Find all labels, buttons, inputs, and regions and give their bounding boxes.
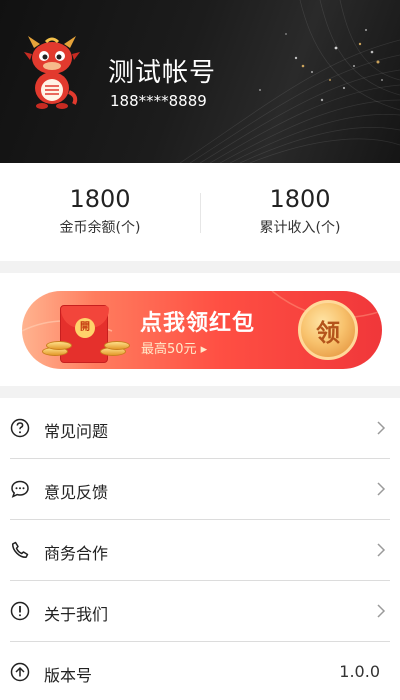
menu-item-business[interactable]: 商务合作 xyxy=(0,520,400,581)
claim-coin-button[interactable]: 领 xyxy=(298,300,358,360)
coin-balance-label: 金币余额(个) xyxy=(59,220,141,236)
coin-balance-stat[interactable]: 1800 金币余额(个) xyxy=(0,185,200,237)
menu-item-label: 常见问题 xyxy=(44,422,109,441)
question-icon xyxy=(10,418,30,438)
stats-panel: 1800 金币余额(个) 1800 累计收入(个) xyxy=(0,163,400,261)
red-envelope-icon: 開 xyxy=(60,305,109,363)
chevron-right-icon xyxy=(377,482,386,496)
menu-item-faq[interactable]: 常见问题 xyxy=(0,398,400,459)
menu-item-label: 意见反馈 xyxy=(44,483,109,502)
info-icon xyxy=(10,601,30,621)
total-income-stat[interactable]: 1800 累计收入(个) xyxy=(200,185,400,237)
coin-balance-value: 1800 xyxy=(69,185,131,213)
dragon-mascot-icon[interactable] xyxy=(18,34,86,110)
version-number: 1.0.0 xyxy=(339,662,380,681)
phone-number: 188****8889 xyxy=(110,92,207,110)
profile-header: 测试帐号 188****8889 xyxy=(0,0,400,163)
banner-subtitle: 最高50元 ▸ xyxy=(141,342,208,357)
total-income-label: 累计收入(个) xyxy=(259,220,341,236)
menu-item-feedback[interactable]: 意见反馈 xyxy=(0,459,400,520)
settings-menu: 常见问题 意见反馈 商务合作 关于我们 版本号 1.0.0 xyxy=(0,398,400,700)
chevron-right-icon xyxy=(377,543,386,557)
menu-item-label: 版本号 xyxy=(44,666,93,685)
chevron-right-icon xyxy=(377,604,386,618)
chat-bubble-icon xyxy=(11,480,29,498)
banner-title: 点我领红包 xyxy=(140,311,256,336)
red-packet-banner[interactable]: 開 点我领红包 最高50元 ▸ 领 xyxy=(22,291,382,369)
menu-item-about[interactable]: 关于我们 xyxy=(0,581,400,642)
menu-item-version[interactable]: 版本号 1.0.0 xyxy=(0,642,400,700)
upload-icon xyxy=(10,662,30,682)
total-income-value: 1800 xyxy=(269,185,331,213)
menu-item-label: 商务合作 xyxy=(44,544,109,563)
promo-section: 開 点我领红包 最高50元 ▸ 领 xyxy=(0,273,400,386)
menu-item-label: 关于我们 xyxy=(44,605,109,624)
username: 测试帐号 xyxy=(108,58,217,88)
chevron-right-icon xyxy=(377,421,386,435)
phone-icon xyxy=(11,541,29,559)
